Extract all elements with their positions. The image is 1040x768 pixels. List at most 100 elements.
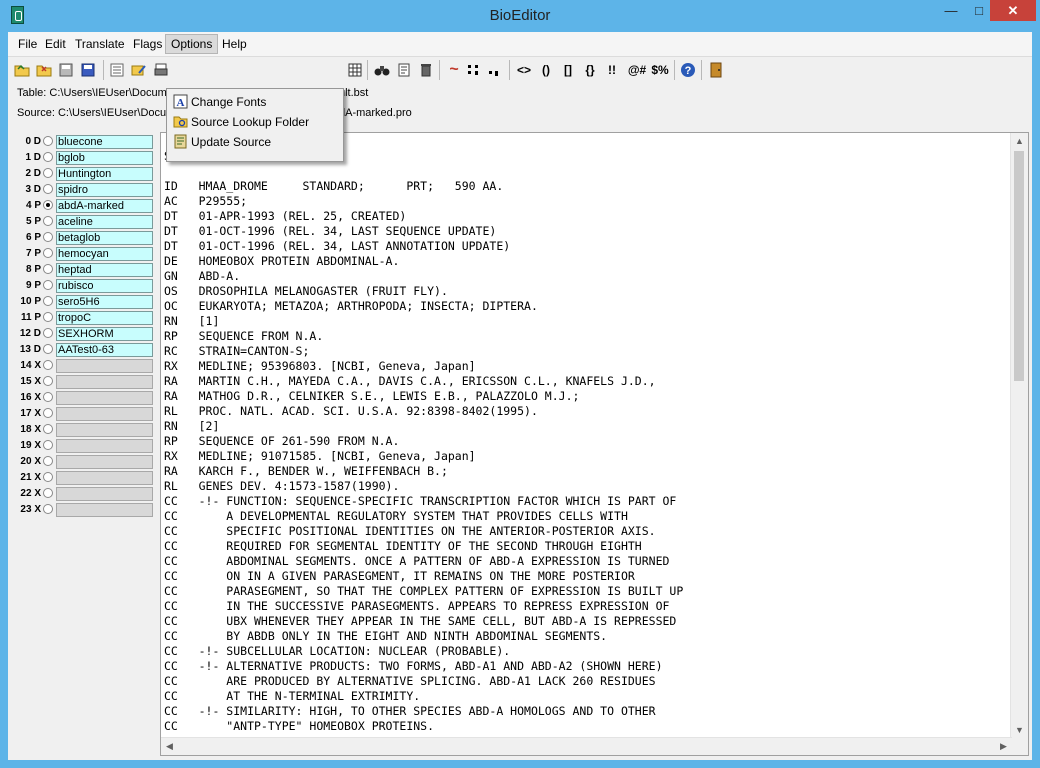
maximize-button[interactable]: □ — [966, 0, 992, 21]
sequence-radio[interactable] — [43, 392, 53, 402]
grid-icon[interactable] — [345, 60, 365, 80]
sequence-row[interactable]: 10 P sero5H6 — [8, 294, 153, 310]
trash-icon[interactable] — [416, 60, 436, 80]
sequence-radio[interactable] — [43, 216, 53, 226]
sequence-row[interactable]: 4 P abdA-marked — [8, 198, 153, 214]
sequence-editor[interactable]: SWISS-PROT: P29555 ID HMAA_DROME STANDAR… — [160, 132, 1029, 756]
sequence-radio[interactable] — [43, 344, 53, 354]
sequence-name-field[interactable] — [56, 407, 153, 421]
sequence-row[interactable]: 7 P hemocyan — [8, 246, 153, 262]
period-comma-icon[interactable] — [484, 60, 504, 80]
sequence-name-field[interactable]: bluecone — [56, 135, 153, 149]
sequence-radio[interactable] — [43, 312, 53, 322]
sequence-radio[interactable] — [43, 296, 53, 306]
sequence-name-field[interactable]: rubisco — [56, 279, 153, 293]
sequence-radio[interactable] — [43, 184, 53, 194]
sequence-name-field[interactable]: SEXHORM — [56, 327, 153, 341]
vertical-scrollbar[interactable]: ▲ ▼ — [1010, 133, 1028, 739]
sequence-radio[interactable] — [43, 504, 53, 514]
sequence-name-field[interactable] — [56, 359, 153, 373]
sequence-row[interactable]: 17 X — [8, 406, 153, 422]
sequence-radio[interactable] — [43, 488, 53, 498]
sequence-row[interactable]: 6 P betaglob — [8, 230, 153, 246]
sequence-row[interactable]: 12 D SEXHORM — [8, 326, 153, 342]
open-file-icon[interactable] — [34, 60, 54, 80]
angle-brackets-button[interactable]: <> — [514, 60, 534, 80]
notes-icon[interactable] — [394, 60, 414, 80]
help-icon[interactable]: ? — [678, 60, 698, 80]
editor-text[interactable]: SWISS-PROT: P29555 ID HMAA_DROME STANDAR… — [164, 149, 1004, 734]
sequence-row[interactable]: 0 D bluecone — [8, 134, 153, 150]
vertical-scroll-thumb[interactable] — [1014, 151, 1024, 381]
exit-door-icon[interactable] — [706, 60, 726, 80]
save-icon[interactable] — [56, 60, 76, 80]
sequence-name-field[interactable]: bglob — [56, 151, 153, 165]
save-all-icon[interactable] — [78, 60, 98, 80]
sequence-row[interactable]: 18 X — [8, 422, 153, 438]
sequence-radio[interactable] — [43, 424, 53, 434]
list-icon[interactable] — [107, 60, 127, 80]
close-button[interactable]: ✕ — [990, 0, 1036, 21]
sequence-radio[interactable] — [43, 456, 53, 466]
sequence-name-field[interactable] — [56, 503, 153, 517]
sequence-row[interactable]: 2 D Huntington — [8, 166, 153, 182]
sequence-row[interactable]: 1 D bglob — [8, 150, 153, 166]
menu-help[interactable]: Help — [218, 34, 251, 54]
sequence-radio[interactable] — [43, 136, 53, 146]
open-folder-icon[interactable] — [12, 60, 32, 80]
sequence-name-field[interactable] — [56, 391, 153, 405]
sequence-row[interactable]: 13 D AATest0-63 — [8, 342, 153, 358]
edit-sequence-icon[interactable] — [129, 60, 149, 80]
menu-translate[interactable]: Translate — [71, 34, 129, 54]
sequence-radio[interactable] — [43, 376, 53, 386]
dollar-percent-button[interactable]: $% — [649, 60, 671, 80]
sequence-name-field[interactable]: Huntington — [56, 167, 153, 181]
sequence-radio[interactable] — [43, 328, 53, 338]
sequence-name-field[interactable]: aceline — [56, 215, 153, 229]
menu-flags[interactable]: Flags — [129, 34, 166, 54]
sequence-row[interactable]: 22 X — [8, 486, 153, 502]
sequence-row[interactable]: 19 X — [8, 438, 153, 454]
sequence-name-field[interactable]: hemocyan — [56, 247, 153, 261]
binoculars-icon[interactable] — [372, 60, 392, 80]
sequence-name-field[interactable] — [56, 455, 153, 469]
scroll-down-icon[interactable]: ▼ — [1011, 722, 1028, 739]
sequence-radio[interactable] — [43, 440, 53, 450]
scroll-left-icon[interactable]: ◀ — [161, 738, 178, 755]
sequence-radio[interactable] — [43, 232, 53, 242]
sequence-row[interactable]: 15 X — [8, 374, 153, 390]
scroll-right-icon[interactable]: ▶ — [995, 738, 1012, 755]
sequence-radio[interactable] — [43, 472, 53, 482]
print-icon[interactable] — [151, 60, 171, 80]
menu-options[interactable]: Options — [165, 34, 219, 54]
sequence-name-field[interactable]: spidro — [56, 183, 153, 197]
minimize-button[interactable]: — — [938, 0, 964, 21]
at-hash-button[interactable]: @# — [626, 60, 648, 80]
sequence-row[interactable]: 9 P rubisco — [8, 278, 153, 294]
horizontal-scrollbar[interactable]: ◀ ▶ — [161, 737, 1012, 755]
sequence-radio[interactable] — [43, 248, 53, 258]
sequence-radio[interactable] — [43, 408, 53, 418]
menu-item-source-lookup-folder[interactable]: Source Lookup Folder — [169, 112, 341, 132]
sequence-name-field[interactable]: tropoC — [56, 311, 153, 325]
menu-file[interactable]: File — [14, 34, 41, 54]
sequence-name-field[interactable]: heptad — [56, 263, 153, 277]
square-brackets-button[interactable]: [] — [558, 60, 578, 80]
sequence-radio[interactable] — [43, 280, 53, 290]
sequence-name-field[interactable] — [56, 439, 153, 453]
menu-item-change-fonts[interactable]: A Change Fonts — [169, 92, 341, 112]
sequence-row[interactable]: 23 X — [8, 502, 153, 518]
sequence-name-field[interactable]: AATest0-63 — [56, 343, 153, 357]
sequence-name-field[interactable] — [56, 487, 153, 501]
scroll-up-icon[interactable]: ▲ — [1011, 133, 1028, 150]
menu-item-update-source[interactable]: Update Source — [169, 132, 341, 152]
sequence-row[interactable]: 11 P tropoC — [8, 310, 153, 326]
sequence-name-field[interactable]: sero5H6 — [56, 295, 153, 309]
tilde-icon[interactable]: ~ — [444, 60, 464, 80]
sequence-radio[interactable] — [43, 264, 53, 274]
sequence-row[interactable]: 5 P aceline — [8, 214, 153, 230]
sequence-radio[interactable] — [43, 200, 53, 210]
exclamation-button[interactable]: !! — [602, 60, 622, 80]
sequence-name-field[interactable] — [56, 375, 153, 389]
sequence-row[interactable]: 3 D spidro — [8, 182, 153, 198]
